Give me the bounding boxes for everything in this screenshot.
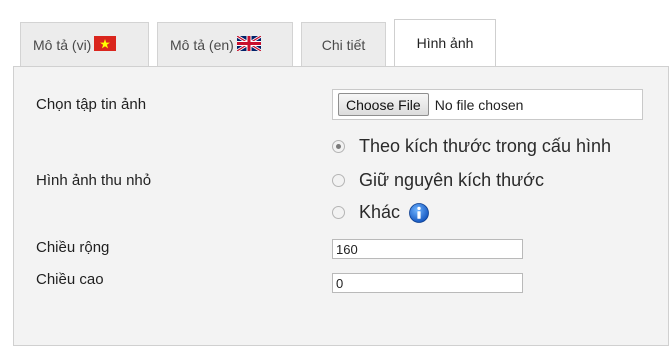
radio-option-config-size[interactable]: Theo kích thước trong cấu hình [332, 136, 611, 157]
radio-label: Khác [359, 202, 401, 222]
radio-label: Giữ nguyên kích thước [359, 170, 544, 190]
tab-label: Mô tả (vi) [33, 36, 92, 53]
radio-button[interactable] [332, 174, 345, 187]
tab-description-vi[interactable]: Mô tả (vi) [20, 22, 149, 66]
width-label: Chiều rộng [36, 239, 110, 256]
tab-label: Mô tả (en) [170, 36, 234, 53]
thumbnail-label: Hình ảnh thu nhỏ [36, 172, 152, 189]
tab-bar: Mô tả (vi) Mô tả (en) Chi tiết Hình ảnh [20, 18, 504, 66]
height-input[interactable] [332, 273, 523, 293]
radio-option-other[interactable]: Khác [332, 202, 429, 223]
file-input[interactable]: Choose File No file chosen [332, 89, 643, 120]
tab-label: Hình ảnh [416, 35, 474, 51]
tab-label: Chi tiết [321, 36, 366, 53]
radio-button[interactable] [332, 140, 345, 153]
vietnam-flag-icon [94, 35, 117, 54]
tab-images[interactable]: Hình ảnh [394, 19, 496, 66]
file-status: No file chosen [434, 96, 524, 113]
info-icon[interactable] [409, 202, 429, 223]
width-input[interactable] [332, 239, 523, 259]
choose-file-button[interactable]: Choose File [338, 93, 429, 116]
radio-option-keep-size[interactable]: Giữ nguyên kích thước [332, 170, 544, 191]
height-label: Chiều cao [36, 271, 104, 288]
tab-details[interactable]: Chi tiết [301, 22, 386, 66]
file-label: Chọn tập tin ảnh [36, 96, 147, 113]
radio-label: Theo kích thước trong cấu hình [359, 136, 611, 156]
radio-button[interactable] [332, 206, 345, 219]
tab-description-en[interactable]: Mô tả (en) [157, 22, 293, 66]
uk-flag-icon [236, 34, 262, 54]
